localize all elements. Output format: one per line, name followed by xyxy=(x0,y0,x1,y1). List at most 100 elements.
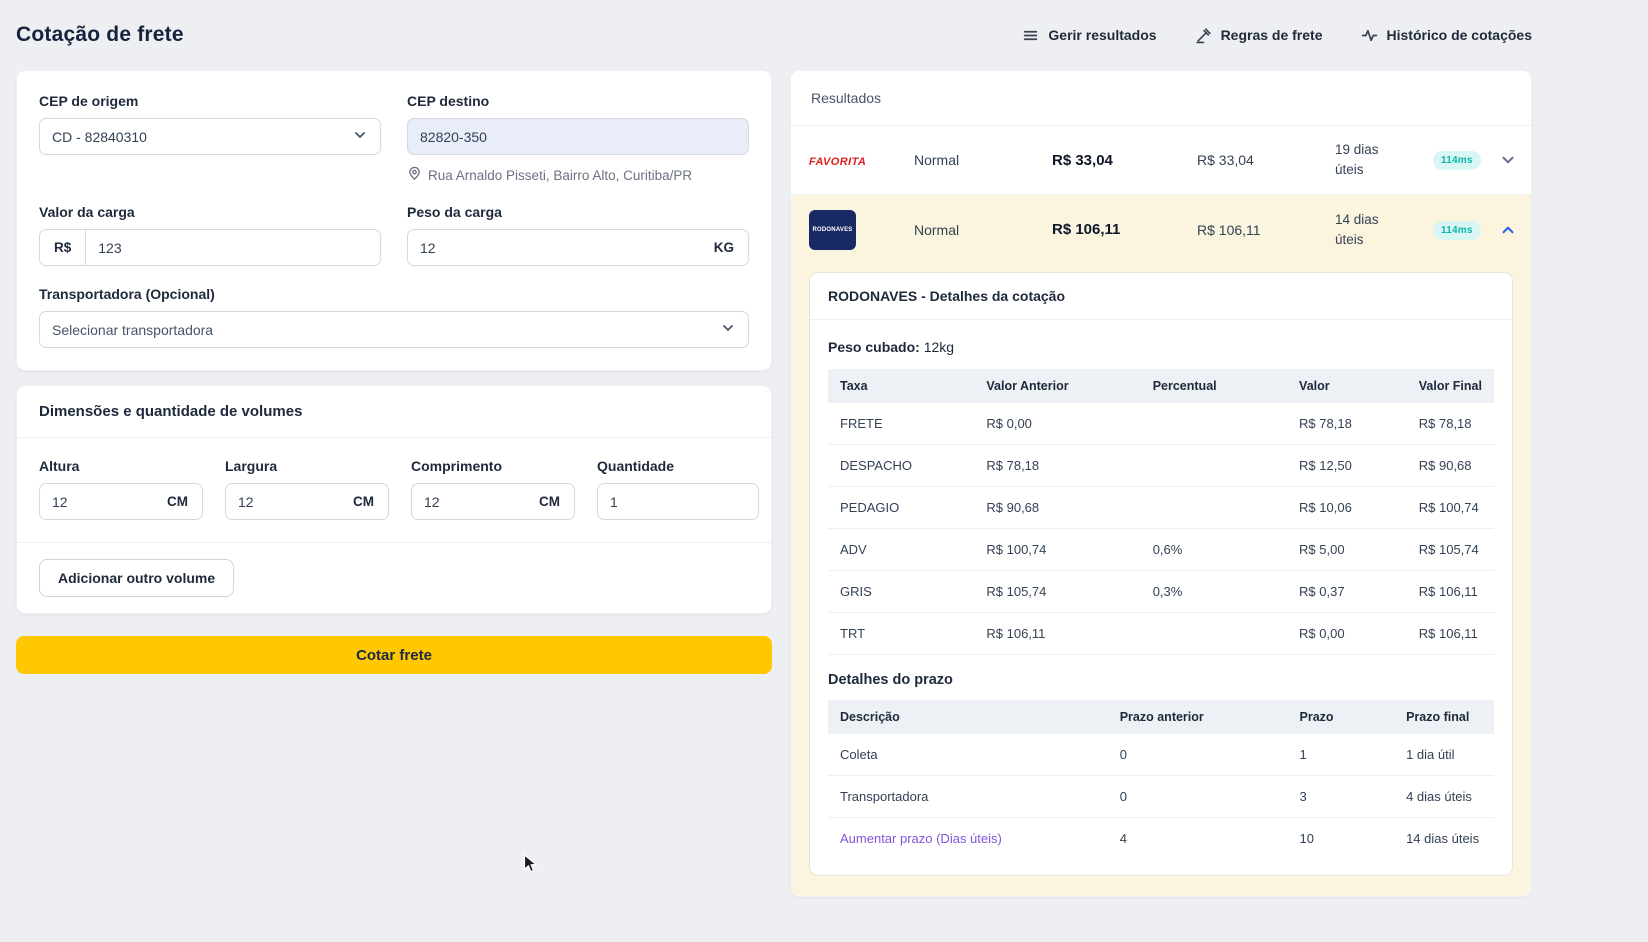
service-type: Normal xyxy=(914,152,960,168)
width-input[interactable] xyxy=(225,483,339,520)
tax-table-header-row: Taxa Valor Anterior Percentual Valor Val… xyxy=(828,369,1494,403)
height-label: Altura xyxy=(39,458,80,474)
quantity-input[interactable] xyxy=(597,483,759,520)
location-pin-icon xyxy=(407,166,422,184)
currency-prefix: R$ xyxy=(39,229,86,266)
volumes-title: Dimensões e quantidade de volumes xyxy=(17,386,771,438)
table-cell: R$ 106,11 xyxy=(974,612,1141,655)
column-header: Valor Final xyxy=(1406,369,1494,403)
length-unit-suffix: CM xyxy=(525,483,575,520)
length-label: Comprimento xyxy=(411,458,502,474)
column-header: Percentual xyxy=(1140,369,1288,403)
add-volume-button[interactable]: Adicionar outro volume xyxy=(39,559,235,597)
deadline: 14 dias úteis xyxy=(1335,211,1379,247)
cubed-weight: Peso cubado: 12kg xyxy=(828,339,1494,355)
table-row: TRT R$ 106,11 R$ 0,00 R$ 106,11 xyxy=(828,612,1494,655)
list-icon xyxy=(1022,27,1039,44)
column-header: Valor Anterior xyxy=(974,369,1141,403)
cargo-value-label: Valor da carga xyxy=(39,204,135,220)
table-cell: 0 xyxy=(1107,734,1288,776)
column-header: Prazo xyxy=(1287,700,1395,734)
results-card: Resultados FAVORITA Normal R$ 33,04 R$ 3… xyxy=(790,70,1532,897)
chevron-up-icon[interactable] xyxy=(1491,221,1517,239)
quote-form-card: CEP de origem CD - 82840310 CEP destino xyxy=(16,70,772,371)
table-cell: 10 xyxy=(1299,831,1314,846)
cubed-weight-label: Peso cubado: xyxy=(828,339,920,355)
result-group-rodonaves: RODONAVES Normal R$ 106,11 R$ 106,11 14 … xyxy=(791,195,1531,896)
origin-select-value: CD - 82840310 xyxy=(52,128,147,145)
table-cell: R$ 90,68 xyxy=(1406,444,1494,487)
table-cell: 0,6% xyxy=(1140,528,1288,571)
table-cell: R$ 78,18 xyxy=(1287,403,1407,445)
table-row: Transportadora 0 3 4 dias úteis xyxy=(828,775,1494,818)
nav-item-gerir-resultados[interactable]: Gerir resultados xyxy=(1022,27,1157,44)
result-row-favorita[interactable]: FAVORITA Normal R$ 33,04 R$ 33,04 19 dia… xyxy=(791,126,1531,195)
table-cell: DESPACHO xyxy=(828,444,975,487)
carrier-select[interactable]: Selecionar transportadora xyxy=(39,311,749,348)
table-cell: 4 xyxy=(1119,831,1127,846)
table-cell: PEDAGIO xyxy=(828,486,975,529)
table-cell: R$ 0,00 xyxy=(974,403,1141,445)
price: R$ 106,11 xyxy=(1197,221,1261,238)
origin-select[interactable]: CD - 82840310 xyxy=(39,118,381,155)
table-row: Coleta 0 1 1 dia útil xyxy=(828,734,1494,776)
page: Cotação de frete Gerir resultados Regras… xyxy=(0,0,1648,942)
destination-input[interactable] xyxy=(407,118,749,155)
table-cell: 4 dias úteis xyxy=(1394,775,1494,818)
chevron-down-icon xyxy=(720,320,736,339)
length-input[interactable] xyxy=(411,483,525,520)
table-cell: R$ 10,06 xyxy=(1287,486,1407,529)
cargo-weight-field: Peso da carga KG xyxy=(407,204,749,266)
table-row: Aumentar prazo (Dias úteis) 4 10 14 dias… xyxy=(828,818,1494,860)
table-cell: R$ 90,68 xyxy=(974,486,1141,529)
carrier-select-placeholder: Selecionar transportadora xyxy=(52,321,214,338)
carrier-logo-cell: FAVORITA xyxy=(809,152,914,168)
table-cell: R$ 105,74 xyxy=(1406,528,1494,571)
table-cell: R$ 78,18 xyxy=(1406,403,1494,445)
table-cell: R$ 106,11 xyxy=(1406,612,1494,655)
table-cell: ADV xyxy=(828,528,975,571)
cargo-value-input[interactable] xyxy=(85,229,381,266)
nav-label: Histórico de cotações xyxy=(1386,27,1533,43)
height-input[interactable] xyxy=(39,483,153,520)
chevron-down-icon[interactable] xyxy=(1491,151,1517,169)
nav-item-regras-de-frete[interactable]: Regras de frete xyxy=(1195,27,1323,44)
quantity-label: Quantidade xyxy=(597,458,675,474)
table-cell: 0 xyxy=(1107,775,1288,818)
quote-form-column: CEP de origem CD - 82840310 CEP destino xyxy=(16,70,772,674)
width-unit-suffix: CM xyxy=(339,483,389,520)
table-cell: R$ 106,11 xyxy=(1406,570,1494,613)
table-row: DESPACHO R$ 78,18 R$ 12,50 R$ 90,68 xyxy=(828,444,1494,487)
table-cell: Coleta xyxy=(828,734,1108,776)
cargo-weight-input[interactable] xyxy=(407,229,700,266)
destination-address-text: Rua Arnaldo Pisseti, Bairro Alto, Curiti… xyxy=(428,167,693,183)
page-title: Cotação de frete xyxy=(16,23,184,46)
latency-badge-cell: 114ms xyxy=(1433,150,1491,170)
table-cell: R$ 5,00 xyxy=(1287,528,1407,571)
nav-item-historico-de-cotacoes[interactable]: Histórico de cotações xyxy=(1361,27,1533,44)
nav-label: Gerir resultados xyxy=(1048,27,1157,43)
carrier-field: Transportadora (Opcional) Selecionar tra… xyxy=(39,286,749,348)
quote-details-card: RODONAVES - Detalhes da cotação Peso cub… xyxy=(809,272,1513,876)
destination-address: Rua Arnaldo Pisseti, Bairro Alto, Curiti… xyxy=(407,166,749,184)
weight-unit-suffix: KG xyxy=(699,229,749,266)
table-cell: GRIS xyxy=(828,570,975,613)
table-cell: R$ 0,00 xyxy=(1287,612,1407,655)
table-cell: Transportadora xyxy=(828,775,1108,818)
activity-icon xyxy=(1361,27,1378,44)
increase-deadline-link[interactable]: Aumentar prazo (Dias úteis) xyxy=(828,818,1108,860)
table-cell xyxy=(1140,486,1288,529)
quote-details-title: RODONAVES - Detalhes da cotação xyxy=(810,273,1512,320)
service-type: Normal xyxy=(914,221,960,238)
topbar: Cotação de frete Gerir resultados Regras… xyxy=(16,14,1532,56)
deadline-table-header-row: Descrição Prazo anterior Prazo Prazo fin… xyxy=(828,700,1494,734)
result-row-rodonaves[interactable]: RODONAVES Normal R$ 106,11 R$ 106,11 14 … xyxy=(791,195,1531,264)
quantity-field: Quantidade xyxy=(597,458,759,520)
origin-field: CEP de origem CD - 82840310 xyxy=(39,93,381,184)
latency-badge-cell: 114ms xyxy=(1433,220,1491,240)
price-final: R$ 106,11 xyxy=(1052,221,1121,238)
width-label: Largura xyxy=(225,458,278,474)
quote-freight-button[interactable]: Cotar frete xyxy=(16,636,772,674)
length-field: Comprimento CM xyxy=(411,458,575,520)
table-cell: R$ 105,74 xyxy=(974,570,1141,613)
